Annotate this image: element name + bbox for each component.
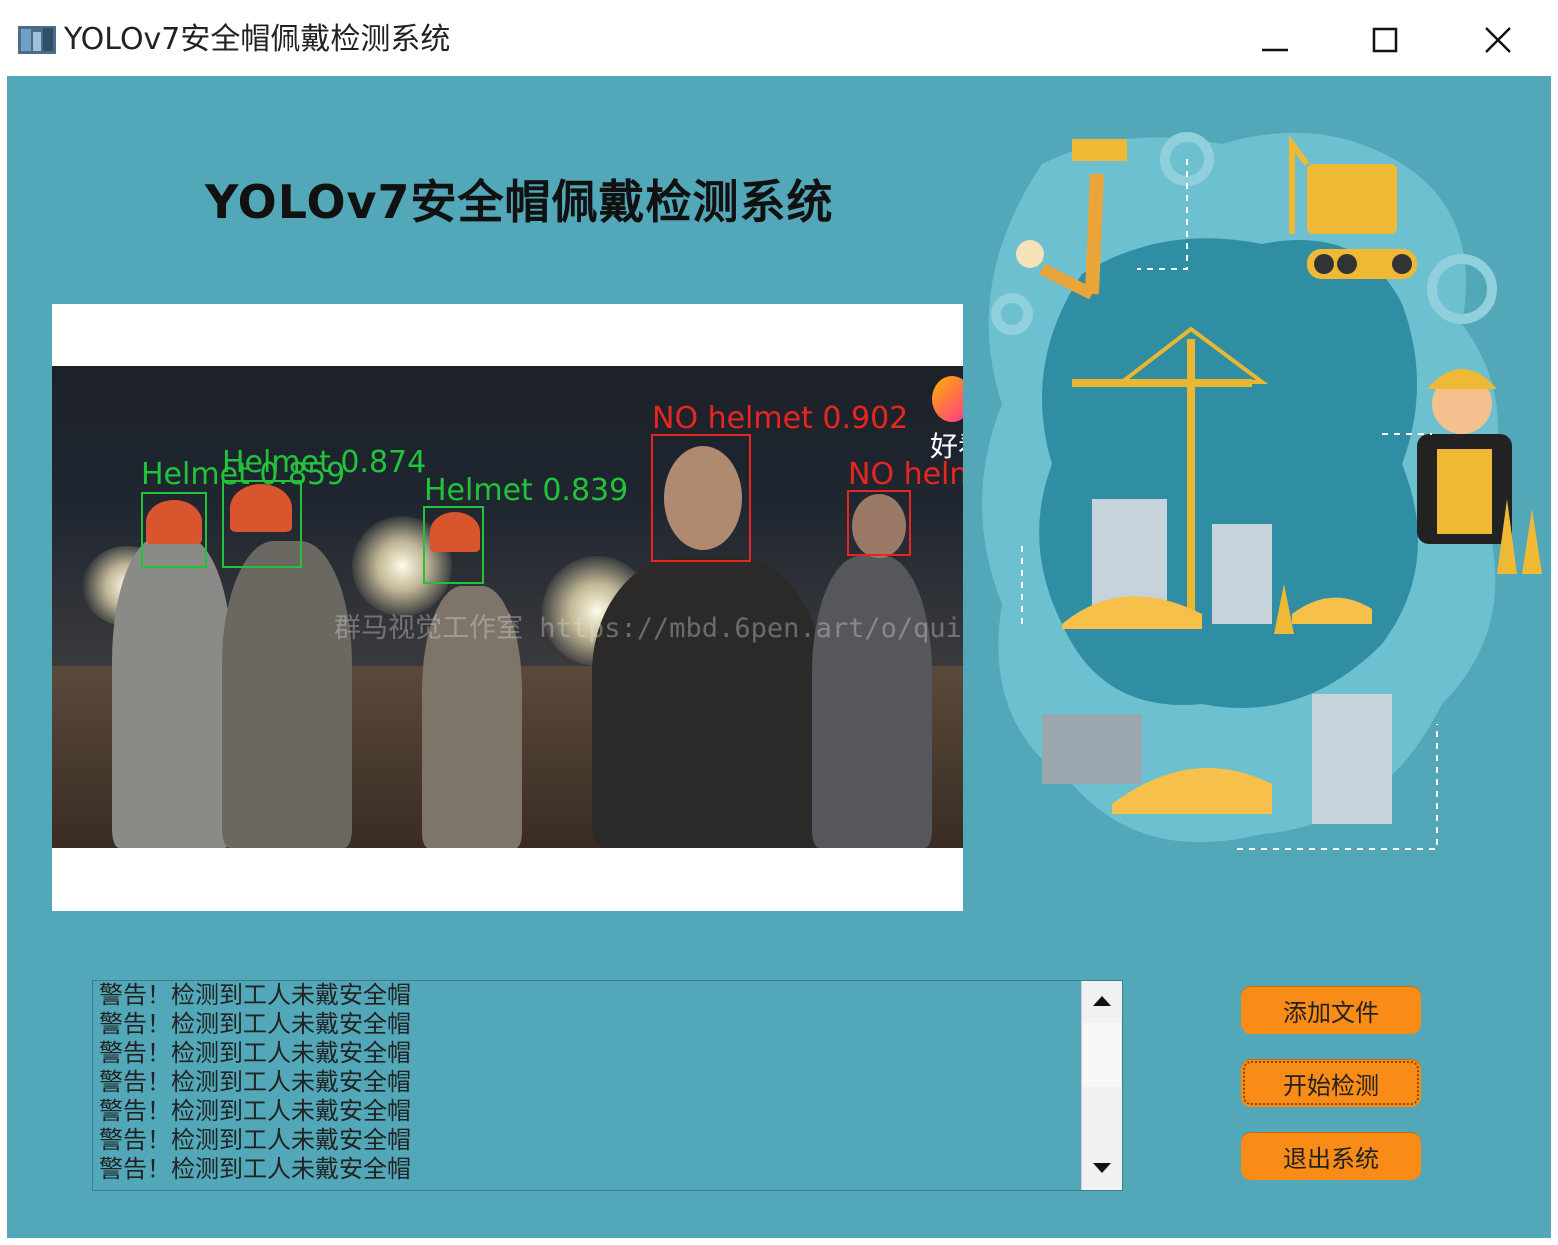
video-logo-icon [932,376,963,422]
app-icon [18,26,56,54]
detection-label: NO helmet 0.902 [652,401,909,436]
log-line: 警告！检测到工人未戴安全帽 [99,981,411,1009]
start-detect-button[interactable]: 开始检测 [1241,1059,1421,1107]
window-titlebar: YOLOv7安全帽佩戴检测系统 [0,0,1558,76]
window-title: YOLOv7安全帽佩戴检测系统 [64,22,451,57]
worker-figure [812,556,932,848]
worker-figure [222,541,352,848]
close-button[interactable] [1470,14,1526,66]
detection-label: Helmet 0.874 [222,445,427,480]
vertical-scrollbar[interactable] [1081,981,1122,1190]
detection-display: 好看 Helmet 0.859 Helmet 0.874 Helmet 0.83… [52,304,963,911]
detection-box-no-helmet [651,434,751,562]
triangle-down-icon [1093,1163,1111,1173]
page-title: YOLOv7安全帽佩戴检测系统 [205,175,834,229]
triangle-up-icon [1093,996,1111,1006]
alert-log[interactable]: 警告！检测到工人未戴安全帽 警告！检测到工人未戴安全帽 警告！检测到工人未戴安全… [92,980,1123,1191]
detection-label: NO helm [848,457,963,492]
video-frame: 好看 Helmet 0.859 Helmet 0.874 Helmet 0.83… [52,366,963,848]
log-line: 警告！检测到工人未戴安全帽 [99,1155,411,1183]
log-line: 警告！检测到工人未戴安全帽 [99,1039,411,1067]
close-icon [1485,27,1511,53]
scroll-thumb[interactable] [1083,1023,1121,1087]
detection-box-helmet [222,480,302,568]
construction-illustration [982,132,1542,850]
watermark-text: 群马视觉工作室 https://mbd.6pen.art/o/quishan/w… [334,613,963,644]
exit-button[interactable]: 退出系统 [1241,1132,1421,1180]
add-file-button[interactable]: 添加文件 [1241,986,1421,1034]
scroll-up-button[interactable] [1082,981,1122,1021]
worker-figure [592,556,822,848]
minimize-button[interactable] [1247,14,1303,66]
detection-label: Helmet 0.839 [424,473,629,508]
maximize-button[interactable] [1358,14,1414,66]
minimize-icon [1262,48,1288,52]
detection-box-helmet [423,506,484,584]
worker-figure [112,536,232,848]
maximize-icon [1372,27,1398,53]
scroll-down-button[interactable] [1082,1148,1122,1188]
log-line: 警告！检测到工人未戴安全帽 [99,1010,411,1038]
detection-box-helmet [141,492,207,568]
detection-box-no-helmet [847,490,911,556]
log-line: 警告！检测到工人未戴安全帽 [99,1097,411,1125]
alert-log-lines: 警告！检测到工人未戴安全帽 警告！检测到工人未戴安全帽 警告！检测到工人未戴安全… [99,981,1079,1184]
log-line: 警告！检测到工人未戴安全帽 [99,1126,411,1154]
log-line: 警告！检测到工人未戴安全帽 [99,1068,411,1096]
